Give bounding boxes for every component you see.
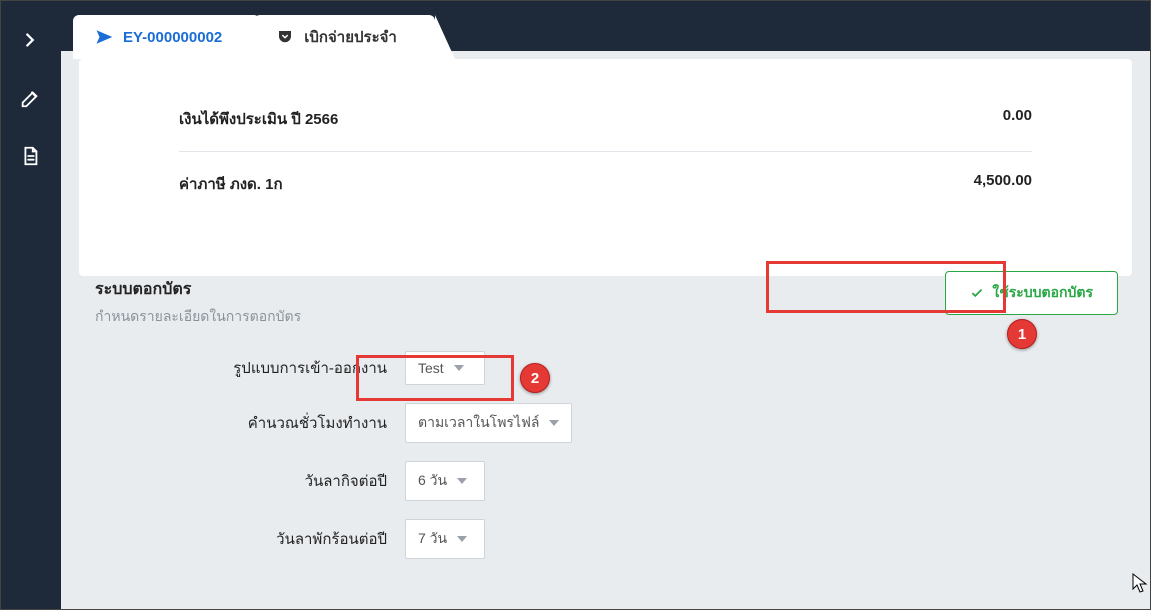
select-personal-leave[interactable]: 6 วัน — [405, 461, 485, 501]
attendance-section-header: ระบบตอกบัตร กำหนดรายละเอียดในการตอกบัตร … — [95, 277, 1132, 328]
summary-label: ค่าภาษี ภงด. 1ก — [179, 172, 283, 196]
select-value: Test — [418, 360, 444, 376]
summary-value: 0.00 — [1003, 107, 1032, 131]
form-row-personal-leave: วันลากิจต่อปี 6 วัน — [95, 461, 1132, 501]
pocket-icon — [276, 28, 294, 46]
chevron-right-icon[interactable] — [19, 29, 43, 53]
tab-ey[interactable]: EY-000000002 — [73, 15, 260, 59]
paper-plane-icon — [95, 28, 113, 46]
caret-down-icon — [457, 536, 467, 542]
select-pattern[interactable]: Test — [405, 351, 485, 385]
use-attendance-button[interactable]: ใช้ระบบตอกบัตร — [945, 271, 1118, 315]
check-icon — [970, 286, 984, 300]
summary-label: เงินได้พึงประเมิน ปี 2566 — [179, 107, 338, 131]
tab-payroll[interactable]: เบิกจ่ายประจำ — [254, 15, 435, 59]
select-value: ตามเวลาในโพรไฟล์ — [418, 412, 539, 434]
attendance-form: รูปแบบการเข้า-ออกงาน Test คำนวณชั่วโมงทำ… — [95, 351, 1132, 577]
select-value: 6 วัน — [418, 470, 447, 492]
sidebar — [1, 1, 61, 609]
content-area: เงินได้พึงประเมิน ปี 2566 0.00 ค่าภาษี ภ… — [61, 51, 1150, 609]
document-icon[interactable] — [19, 145, 43, 169]
select-hours[interactable]: ตามเวลาในโพรไฟล์ — [405, 403, 572, 443]
summary-row: ค่าภาษี ภงด. 1ก 4,500.00 — [179, 151, 1032, 216]
tab-label: เบิกจ่ายประจำ — [304, 25, 397, 49]
select-value: 7 วัน — [418, 528, 447, 550]
select-vacation-leave[interactable]: 7 วัน — [405, 519, 485, 559]
use-attendance-label: ใช้ระบบตอกบัตร — [992, 282, 1093, 304]
form-label: คำนวณชั่วโมงทำงาน — [95, 411, 405, 435]
annotation-badge-1: 1 — [1007, 319, 1037, 349]
form-label: วันลาพักร้อนต่อปี — [95, 527, 405, 551]
form-label: วันลากิจต่อปี — [95, 469, 405, 493]
form-row-vacation-leave: วันลาพักร้อนต่อปี 7 วัน — [95, 519, 1132, 559]
edit-icon[interactable] — [19, 87, 43, 111]
form-label: รูปแบบการเข้า-ออกงาน — [95, 356, 405, 380]
caret-down-icon — [457, 478, 467, 484]
tab-label: EY-000000002 — [123, 29, 222, 46]
summary-card: เงินได้พึงประเมิน ปี 2566 0.00 ค่าภาษี ภ… — [79, 59, 1132, 276]
annotation-badge-2: 2 — [520, 363, 550, 393]
mouse-cursor-icon — [1132, 573, 1148, 593]
tabs: EY-000000002 เบิกจ่ายประจำ — [73, 15, 435, 59]
summary-value: 4,500.00 — [974, 172, 1032, 196]
summary-row: เงินได้พึงประเมิน ปี 2566 0.00 — [179, 59, 1032, 151]
form-row-pattern: รูปแบบการเข้า-ออกงาน Test — [95, 351, 1132, 385]
caret-down-icon — [549, 420, 559, 426]
form-row-hours: คำนวณชั่วโมงทำงาน ตามเวลาในโพรไฟล์ — [95, 403, 1132, 443]
caret-down-icon — [454, 365, 464, 371]
